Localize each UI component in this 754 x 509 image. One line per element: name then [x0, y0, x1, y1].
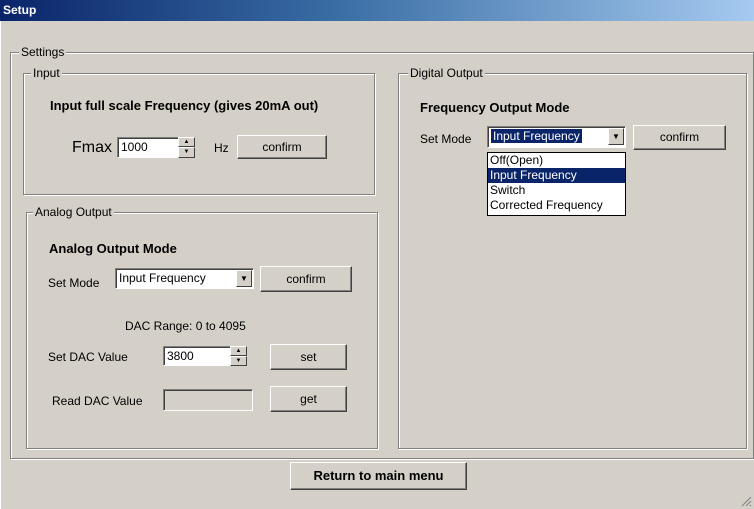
digital-mode-value: Input Frequency: [491, 129, 582, 143]
return-to-main-menu-button[interactable]: Return to main menu: [290, 462, 467, 490]
dropdown-option-corrected-frequency[interactable]: Corrected Frequency: [488, 198, 625, 213]
digital-mode-select[interactable]: Input Frequency ▼: [487, 126, 626, 148]
get-dac-button[interactable]: get: [270, 386, 347, 412]
window-title-bar[interactable]: Setup: [0, 0, 754, 21]
chevron-down-icon[interactable]: ▼: [236, 270, 252, 287]
fmax-label: Fmax: [72, 139, 112, 156]
set-dac-input[interactable]: 3800: [163, 346, 231, 366]
set-dac-stepper[interactable]: ▲ ▼: [230, 346, 247, 366]
dac-range-text: DAC Range: 0 to 4095: [125, 319, 246, 333]
digital-set-mode-label: Set Mode: [420, 132, 472, 146]
dropdown-option-switch[interactable]: Switch: [488, 183, 625, 198]
dropdown-option-input-frequency[interactable]: Input Frequency: [488, 168, 625, 183]
up-arrow-icon[interactable]: ▲: [178, 137, 195, 147]
digital-heading: Frequency Output Mode: [420, 100, 570, 115]
digital-mode-dropdown-list[interactable]: Off(Open) Input Frequency Switch Correct…: [487, 152, 626, 216]
analog-set-mode-label: Set Mode: [48, 276, 100, 290]
input-heading: Input full scale Frequency (gives 20mA o…: [50, 98, 319, 113]
input-confirm-button[interactable]: confirm: [237, 135, 327, 159]
analog-confirm-button[interactable]: confirm: [260, 266, 352, 292]
down-arrow-icon[interactable]: ▼: [178, 147, 195, 158]
analog-output-legend: Analog Output: [33, 205, 114, 219]
settings-legend: Settings: [19, 45, 67, 59]
digital-confirm-button[interactable]: confirm: [633, 125, 726, 150]
up-arrow-icon[interactable]: ▲: [230, 346, 247, 356]
analog-heading: Analog Output Mode: [49, 241, 177, 256]
read-dac-label: Read DAC Value: [52, 394, 143, 408]
chevron-down-icon[interactable]: ▼: [608, 128, 624, 145]
fmax-stepper[interactable]: ▲ ▼: [178, 137, 195, 158]
input-legend: Input: [31, 66, 62, 80]
fmax-unit: Hz: [214, 141, 229, 155]
window-title: Setup: [3, 3, 37, 17]
read-dac-field: [163, 389, 253, 411]
fmax-input[interactable]: 1000: [117, 137, 179, 158]
resize-grip-icon[interactable]: [740, 495, 752, 507]
down-arrow-icon[interactable]: ▼: [230, 356, 247, 366]
analog-mode-select[interactable]: Input Frequency ▼: [115, 268, 254, 289]
dropdown-option-off-open[interactable]: Off(Open): [488, 153, 625, 168]
digital-output-legend: Digital Output: [408, 66, 485, 80]
analog-mode-value: Input Frequency: [119, 271, 206, 285]
input-group: [23, 73, 375, 195]
window-border-left: [0, 21, 1, 509]
set-dac-label: Set DAC Value: [48, 350, 128, 364]
set-dac-button[interactable]: set: [270, 344, 347, 370]
